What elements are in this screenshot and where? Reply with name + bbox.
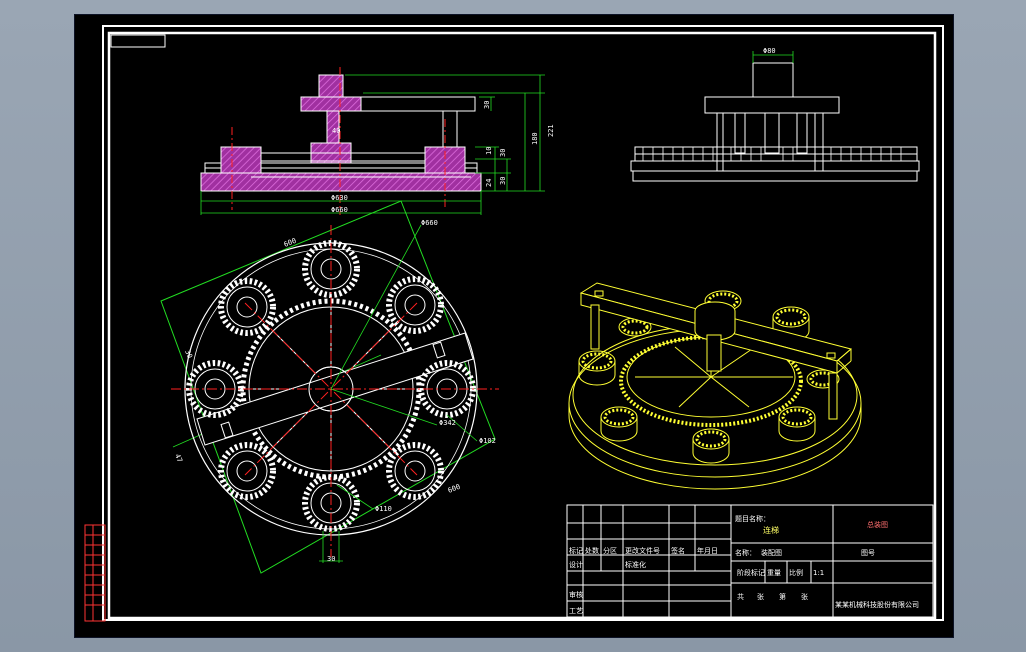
dim-h221: 221 [547,124,555,137]
part-name: 装配图 [761,548,782,557]
top-hub-section [318,74,344,98]
standard-label: 标准化 [625,560,646,569]
dim-h30-a: 30 [499,149,507,157]
lever-arm-section [360,96,476,112]
left-planet-gear-section [220,146,262,174]
side-hub [752,62,794,98]
dim-top-d342: Φ342 [439,419,456,427]
part-label: 名称： [735,548,756,557]
dim-top-d110: Φ110 [375,505,392,513]
process-label: 工艺 [569,607,583,615]
dim-h40: 40 [332,127,340,135]
dim-d660: Φ660 [331,206,348,214]
front-dimensions [200,74,545,215]
design-title-label: 题目名称： [735,514,770,523]
company-name: 某某机械科技股份有限公司 [835,600,919,609]
isometric-view [568,282,862,490]
planet-gear [218,278,276,336]
dim-h180: 180 [531,132,539,145]
iso-post-left [590,304,600,350]
corner-code-box [110,34,166,48]
scale-value: 1:1 [813,569,824,577]
planet-gear [218,442,276,500]
iso-post-right [828,372,838,420]
sheet-no-label: 第 [779,592,786,601]
sheet-unit-a: 张 [757,592,764,601]
dim-side-d80: Φ80 [763,47,776,55]
row-label-change-doc: 更改文件号 [625,546,660,555]
row-label-zone: 分区 [603,546,617,555]
row-label-signature: 签名 [671,546,685,555]
dim-d630: Φ630 [331,194,348,202]
weight-label: 重量 [767,569,781,577]
approve-label: 审核 [569,590,583,599]
design-title: 连梯 [763,525,779,535]
side-lever-arm [704,96,840,114]
dim-h24: 24 [485,179,493,187]
dim-h10: 10 [485,147,493,155]
designer-label: 设计 [569,560,583,569]
dim-top-d660: Φ660 [421,219,438,227]
cad-viewport[interactable]: Φ630 Φ660 30 40 180 221 10 30 24 30 Φ80 … [74,14,954,638]
dim-top-w47: 47 [173,453,184,464]
row-label-mark: 标记 [569,546,583,555]
planet-gear [386,442,444,500]
base-plate-section [200,172,482,192]
sheet-unit-b: 张 [801,592,808,601]
title-block-text: 题目名称： 连梯 总装图 名称： 装配图 图号 阶段标记 重量 比例 1:1 共… [569,514,919,615]
row-label-date: 年月日 [697,546,718,555]
dim-top-w600-bottom: 600 [447,483,462,495]
drawing-no-label: 图号 [861,549,875,557]
front-section-view [200,74,482,192]
dim-h30-b: 30 [499,177,507,185]
row-label-count: 处数 [585,546,599,555]
dim-top-d102: Φ102 [479,437,496,445]
sheet-total-label: 共 [737,592,744,601]
side-base-plate [632,170,918,182]
dim-top-w30-bottom: 30 [327,555,335,563]
iso-shaft [706,334,722,372]
dim-h30-top: 30 [483,101,491,109]
stage-label: 阶段标记 [737,568,765,577]
drawing-sheet: Φ630 Φ660 30 40 180 221 10 30 24 30 Φ80 … [84,25,944,622]
top-view [160,200,499,574]
ratio-label: 比例 [789,568,803,577]
side-view [630,62,920,182]
dim-top-w30-left: 30 [183,349,194,360]
drawing-name: 总装图 [867,520,888,529]
